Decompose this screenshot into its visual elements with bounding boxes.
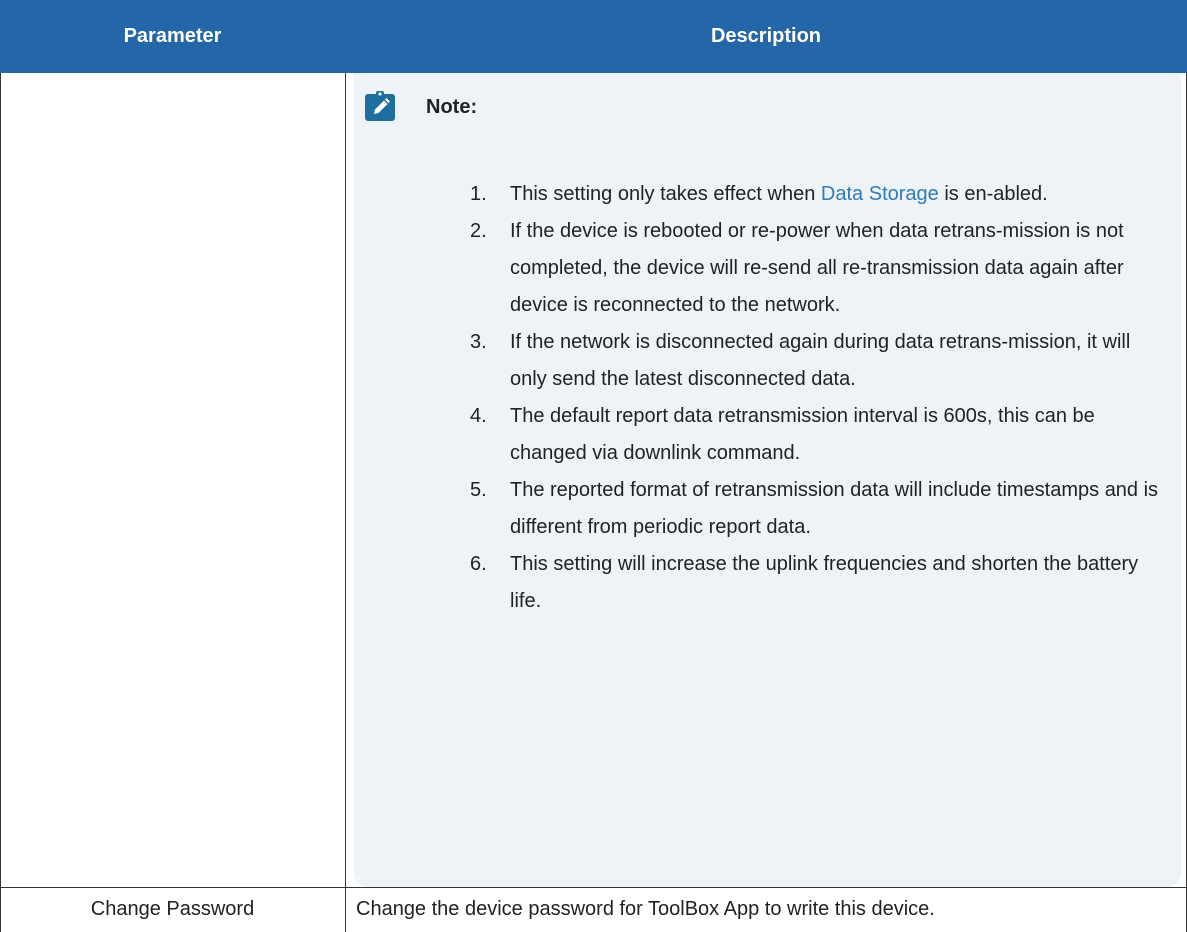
- note-title: Note:: [426, 96, 478, 118]
- list-text: This setting will increase the uplink fr…: [510, 553, 1139, 612]
- data-storage-link[interactable]: Data Storage: [821, 183, 939, 205]
- parameter-table: Parameter Description Note: 1. This sett…: [0, 0, 1187, 932]
- list-number: 1.: [470, 183, 487, 205]
- list-number: 5.: [470, 479, 487, 501]
- list-item: 2. If the device is rebooted or re-power…: [470, 213, 1170, 324]
- list-text: The reported format of retransmission da…: [510, 479, 1159, 538]
- list-number: 4.: [470, 405, 487, 427]
- left-border: [0, 73, 1, 932]
- list-item: 1. This setting only takes effect when D…: [470, 176, 1170, 213]
- list-text: This setting only takes effect when: [510, 183, 821, 205]
- list-text: is en-abled.: [938, 183, 1048, 205]
- note-list: 1. This setting only takes effect when D…: [470, 176, 1170, 620]
- list-item: 4. The default report data retransmissio…: [470, 398, 1170, 472]
- list-text: If the network is disconnected again dur…: [510, 331, 1131, 390]
- header-description: Description: [710, 25, 822, 47]
- row-description-change-password: Change the device password for ToolBox A…: [356, 898, 935, 920]
- list-number: 3.: [470, 331, 487, 353]
- list-text: If the device is rebooted or re-power wh…: [510, 220, 1124, 316]
- row-parameter-change-password: Change Password: [90, 898, 255, 920]
- list-text: The default report data retransmission i…: [510, 405, 1095, 464]
- table-header: Parameter Description: [0, 0, 1187, 73]
- header-parameter: Parameter: [123, 25, 222, 47]
- list-item: 3. If the network is disconnected again …: [470, 324, 1170, 398]
- list-item: 6. This setting will increase the uplink…: [470, 546, 1170, 620]
- list-number: 2.: [470, 220, 487, 242]
- list-item: 5. The reported format of retransmission…: [470, 472, 1170, 546]
- list-number: 6.: [470, 553, 487, 575]
- column-divider: [345, 73, 346, 932]
- pencil-note-icon: [365, 91, 395, 121]
